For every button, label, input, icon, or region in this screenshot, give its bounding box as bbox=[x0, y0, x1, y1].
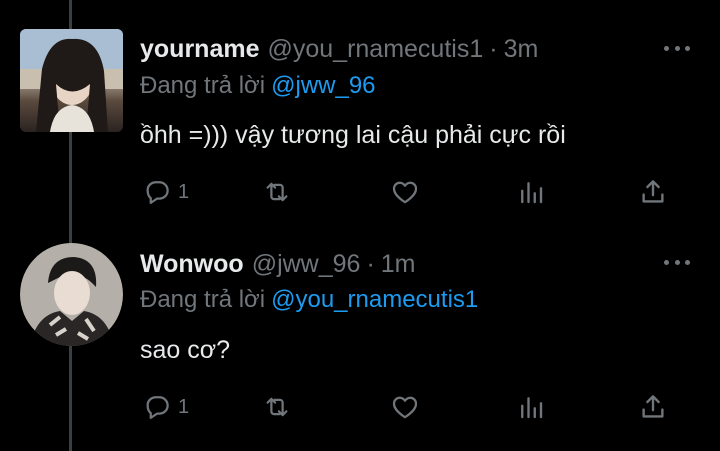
tweet-text: ồhh =))) vậy tương lai cậu phải cực rồi bbox=[140, 121, 566, 149]
retweet-icon bbox=[266, 182, 288, 202]
share-icon bbox=[642, 180, 664, 203]
tweet-thread: yourname @you_rnamecutis1 · 3m Đang trả … bbox=[0, 0, 720, 451]
reply-context: Đang trả lời @jww_96 bbox=[140, 72, 376, 100]
avatar-photo bbox=[20, 29, 123, 132]
share-icon bbox=[642, 395, 664, 418]
user-handle[interactable]: @jww_96 bbox=[252, 250, 361, 279]
like-icon bbox=[392, 396, 418, 419]
analytics-icon bbox=[521, 397, 543, 419]
avatar[interactable] bbox=[20, 29, 123, 132]
reply-mention-link[interactable]: @you_rnamecutis1 bbox=[271, 286, 478, 313]
share-button[interactable] bbox=[638, 389, 668, 425]
tweet-header: yourname @you_rnamecutis1 · 3m bbox=[140, 35, 538, 64]
avatar-photo bbox=[20, 243, 123, 346]
display-name[interactable]: yourname bbox=[140, 35, 259, 64]
reply-mention-link[interactable]: @jww_96 bbox=[271, 72, 375, 99]
more-icon[interactable] bbox=[664, 257, 690, 267]
display-name[interactable]: Wonwoo bbox=[140, 250, 244, 279]
like-button[interactable] bbox=[390, 174, 420, 210]
avatar[interactable] bbox=[20, 243, 123, 346]
reply-icon bbox=[146, 396, 169, 419]
reply-prefix: Đang trả lời bbox=[140, 286, 266, 313]
tweet-header: Wonwoo @jww_96 · 1m bbox=[140, 250, 416, 279]
tweet-actions: 1 bbox=[140, 389, 670, 425]
analytics-icon bbox=[521, 182, 543, 204]
retweet-button[interactable] bbox=[262, 389, 292, 425]
reply-button[interactable]: 1 bbox=[142, 174, 189, 210]
share-button[interactable] bbox=[638, 174, 668, 210]
user-handle[interactable]: @you_rnamecutis1 bbox=[267, 35, 483, 64]
like-icon bbox=[392, 181, 418, 204]
separator-dot: · bbox=[489, 35, 498, 63]
retweet-icon bbox=[266, 397, 288, 417]
like-button[interactable] bbox=[390, 389, 420, 425]
reply-icon bbox=[146, 181, 169, 204]
tweet-text: sao cơ? bbox=[140, 336, 231, 364]
reply-button[interactable]: 1 bbox=[142, 389, 189, 425]
timestamp[interactable]: 1m bbox=[381, 250, 416, 279]
analytics-button[interactable] bbox=[516, 389, 546, 425]
reply-prefix: Đang trả lời bbox=[140, 72, 266, 99]
tweet-actions: 1 bbox=[140, 174, 670, 210]
separator-dot: · bbox=[366, 250, 375, 278]
more-icon[interactable] bbox=[664, 43, 690, 53]
retweet-button[interactable] bbox=[262, 174, 292, 210]
reply-count: 1 bbox=[178, 180, 190, 203]
timestamp[interactable]: 3m bbox=[504, 35, 539, 64]
reply-count: 1 bbox=[178, 395, 190, 418]
reply-context: Đang trả lời @you_rnamecutis1 bbox=[140, 286, 478, 314]
analytics-button[interactable] bbox=[516, 174, 546, 210]
